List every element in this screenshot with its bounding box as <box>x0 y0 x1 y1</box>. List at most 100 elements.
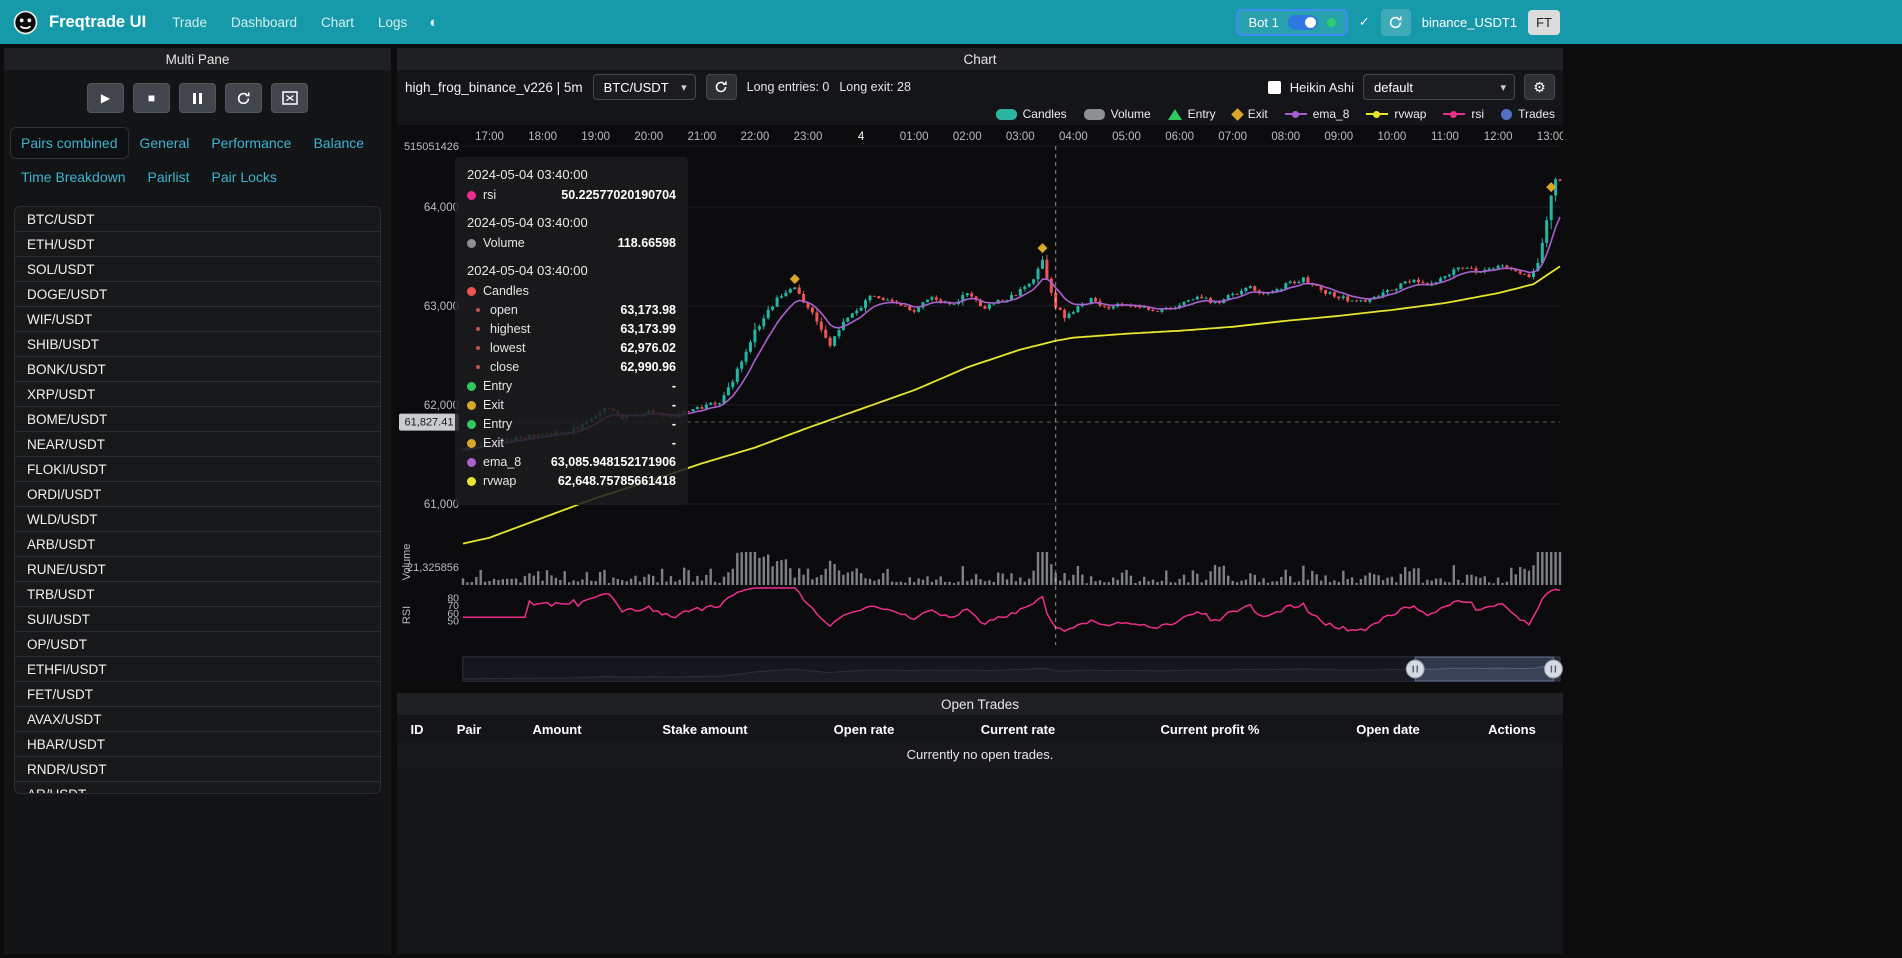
reload-config-button[interactable] <box>225 83 262 113</box>
pause-icon <box>193 93 202 104</box>
pair-list-item[interactable]: BTC/USDT <box>15 207 380 232</box>
tab-performance[interactable]: Performance <box>200 127 302 159</box>
pause-bot-button[interactable] <box>179 83 216 113</box>
pair-list-item[interactable]: BOME/USDT <box>15 407 380 432</box>
tooltip-date: 2024-05-04 03:40:00 <box>467 263 676 278</box>
pair-list-item[interactable]: ETHFI/USDT <box>15 657 380 682</box>
column-header-current-rate[interactable]: Current rate <box>931 715 1105 742</box>
pair-select[interactable]: BTC/USDT ▾ <box>593 74 696 100</box>
column-header-id[interactable]: ID <box>397 715 437 742</box>
brand[interactable]: Freqtrade UI <box>12 9 146 36</box>
nav-item-logs[interactable]: Logs <box>378 15 407 30</box>
tab-pairlist[interactable]: Pairlist <box>137 161 201 193</box>
user-avatar[interactable]: FT <box>1528 10 1560 35</box>
pair-list-item[interactable]: TRB/USDT <box>15 582 380 607</box>
reload-bot-button[interactable] <box>1381 9 1411 36</box>
svg-text:4: 4 <box>858 131 865 143</box>
chart-tooltip: 2024-05-04 03:40:00 rsi50.22577020190704 2… <box>455 157 688 505</box>
pair-list: BTC/USDTETH/USDTSOL/USDTDOGE/USDTWIF/USD… <box>14 206 381 794</box>
tab-time-breakdown[interactable]: Time Breakdown <box>10 161 137 193</box>
legend-item-rsi[interactable]: rsi <box>1443 107 1484 121</box>
svg-text:18:00: 18:00 <box>528 131 557 143</box>
svg-text:61,000: 61,000 <box>424 499 459 511</box>
pair-list-item[interactable]: HBAR/USDT <box>15 732 380 757</box>
pair-list-item[interactable]: WLD/USDT <box>15 507 380 532</box>
nav-item-chart[interactable]: Chart <box>321 15 354 30</box>
column-header-stake-amount[interactable]: Stake amount <box>613 715 797 742</box>
tab-general[interactable]: General <box>129 127 201 159</box>
tooltip-row: Candles <box>467 283 676 299</box>
pair-list-item[interactable]: AVAX/USDT <box>15 707 380 732</box>
pair-list-item[interactable]: FET/USDT <box>15 682 380 707</box>
column-header-open-rate[interactable]: Open rate <box>797 715 931 742</box>
column-header-open-date[interactable]: Open date <box>1315 715 1461 742</box>
svg-text:RSI: RSI <box>401 606 413 624</box>
navbar: Freqtrade UI Trade Dashboard Chart Logs ◐ B… <box>0 0 1902 44</box>
stop-bot-button[interactable]: ■ <box>133 83 170 113</box>
pair-list-item[interactable]: AR/USDT <box>15 782 380 794</box>
nav-item-dashboard[interactable]: Dashboard <box>231 15 297 30</box>
tab-pair-locks[interactable]: Pair Locks <box>201 161 288 193</box>
multi-pane-tabs: Pairs combinedGeneralPerformanceBalance T… <box>4 123 391 197</box>
pair-list-item[interactable]: SUI/USDT <box>15 607 380 632</box>
pair-list-item[interactable]: ORDI/USDT <box>15 482 380 507</box>
datazoom-handle-left[interactable] <box>1406 660 1424 678</box>
start-bot-button[interactable]: ▶ <box>87 83 124 113</box>
forceexit-button[interactable] <box>271 83 308 113</box>
open-trades-header: Open Trades <box>397 693 1563 715</box>
tab-balance[interactable]: Balance <box>302 127 375 159</box>
series-dot-icon <box>476 308 480 312</box>
bot-check-icon[interactable]: ✓ <box>1359 14 1370 30</box>
pair-list-item[interactable]: NEAR/USDT <box>15 432 380 457</box>
pair-list-item[interactable]: FLOKI/USDT <box>15 457 380 482</box>
nav-item-trade[interactable]: Trade <box>172 15 207 30</box>
legend-item-trades[interactable]: Trades <box>1501 107 1555 121</box>
series-dot-icon <box>467 458 476 467</box>
trades-table: IDPairAmountStake amountOpen rateCurrent… <box>397 715 1563 742</box>
tooltip-row: rsi50.22577020190704 <box>467 187 676 203</box>
heikin-ashi-checkbox[interactable] <box>1268 81 1281 94</box>
navbar-right: Bot 1 ✓ binance_USDT1 FT <box>1236 9 1560 36</box>
pair-list-item[interactable]: DOGE/USDT <box>15 282 380 307</box>
bot-label: Bot 1 <box>1248 15 1278 30</box>
legend-item-rvwap[interactable]: rvwap <box>1366 107 1426 121</box>
chart-reload-button[interactable] <box>706 74 737 100</box>
series-dot-icon <box>467 382 476 391</box>
column-header-pair[interactable]: Pair <box>437 715 501 742</box>
column-header-current-profit-[interactable]: Current profit % <box>1105 715 1315 742</box>
pair-list-item[interactable]: ETH/USDT <box>15 232 380 257</box>
pair-list-item[interactable]: BONK/USDT <box>15 357 380 382</box>
pair-list-item[interactable]: RUNE/USDT <box>15 557 380 582</box>
legend-item-volume[interactable]: Volume <box>1084 107 1151 121</box>
legend-item-entry[interactable]: Entry <box>1168 107 1216 121</box>
exchange-account-label: binance_USDT1 <box>1422 15 1517 30</box>
tooltip-row: Entry- <box>467 416 676 432</box>
pair-list-item[interactable]: RNDR/USDT <box>15 757 380 782</box>
datazoom-window[interactable] <box>1415 657 1553 681</box>
plot-config-select[interactable]: default ▾ <box>1363 74 1515 100</box>
heikin-ashi-label: Heikin Ashi <box>1290 80 1354 95</box>
tooltip-date: 2024-05-04 03:40:00 <box>467 167 676 182</box>
svg-text:02:00: 02:00 <box>953 131 982 143</box>
pair-list-item[interactable]: SHIB/USDT <box>15 332 380 357</box>
datazoom-handle-right[interactable] <box>1544 660 1562 678</box>
legend-item-exit[interactable]: Exit <box>1233 107 1268 121</box>
series-dot-icon <box>467 191 476 200</box>
legend-item-ema_8[interactable]: ema_8 <box>1285 107 1350 121</box>
chevron-down-icon: ▾ <box>681 81 687 94</box>
plot-settings-button[interactable]: ⚙ <box>1524 74 1555 100</box>
pair-list-item[interactable]: ARB/USDT <box>15 532 380 557</box>
tab-pairs-combined[interactable]: Pairs combined <box>10 127 129 159</box>
bot-toggle[interactable] <box>1288 15 1318 30</box>
pair-list-item[interactable]: XRP/USDT <box>15 382 380 407</box>
svg-text:23:00: 23:00 <box>794 131 823 143</box>
pair-list-item[interactable]: WIF/USDT <box>15 307 380 332</box>
column-header-actions[interactable]: Actions <box>1461 715 1563 742</box>
column-header-amount[interactable]: Amount <box>501 715 613 742</box>
legend-item-candles[interactable]: Candles <box>996 107 1067 121</box>
theme-toggle-icon[interactable]: ◐ <box>429 14 438 31</box>
pair-list-item[interactable]: SOL/USDT <box>15 257 380 282</box>
bot-selector[interactable]: Bot 1 <box>1236 9 1347 36</box>
svg-text:64,000: 64,000 <box>424 202 459 214</box>
pair-list-item[interactable]: OP/USDT <box>15 632 380 657</box>
